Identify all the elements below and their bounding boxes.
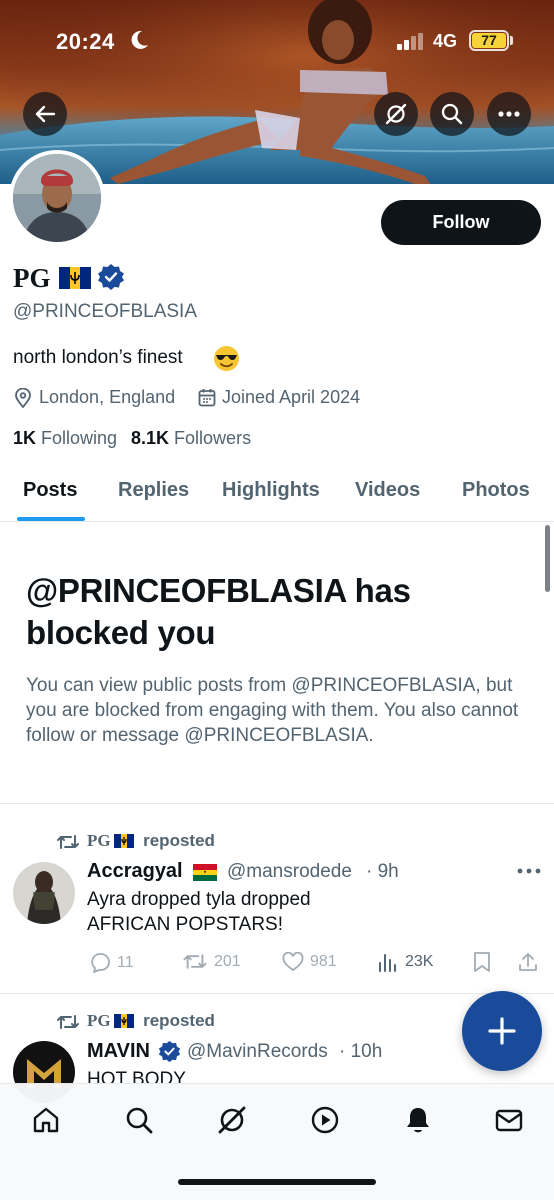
more-icon	[498, 111, 520, 117]
profile-handle: @PRINCEOFBLASIA	[13, 301, 197, 322]
post-text: Ayra dropped tyla dropped AFRICAN POPSTA…	[87, 889, 311, 935]
barbados-flag-icon	[114, 1014, 134, 1028]
verified-badge-icon	[158, 1040, 181, 1063]
following-label: Following	[41, 428, 118, 448]
section-divider	[0, 803, 554, 804]
bookmark-icon[interactable]	[472, 951, 492, 973]
tabs-divider	[0, 521, 554, 522]
arrow-left-icon	[35, 105, 56, 123]
display-name: PG	[13, 263, 51, 293]
scrollbar[interactable]	[545, 525, 550, 592]
barbados-flag-icon	[59, 267, 91, 289]
messages-envelope-icon	[495, 1109, 523, 1132]
plus-icon	[488, 1017, 516, 1045]
followers-stat[interactable]: 8.1K Followers	[131, 428, 251, 449]
following-count: 1K	[13, 428, 37, 448]
video-play-icon	[311, 1106, 339, 1134]
nav-notifications[interactable]	[401, 1103, 435, 1137]
followers-label: Followers	[174, 428, 252, 448]
repost-context[interactable]: PG reposted	[87, 831, 215, 851]
following-stat[interactable]: 1K Following	[13, 428, 117, 449]
views-count: 23K	[405, 953, 434, 970]
repost-icon	[57, 1015, 79, 1029]
search-icon	[126, 1107, 153, 1134]
like-count: 981	[310, 953, 337, 970]
more-button[interactable]	[487, 92, 531, 136]
repost-icon	[57, 835, 79, 849]
notifications-bell-icon	[407, 1108, 429, 1133]
nav-grok[interactable]	[215, 1103, 249, 1137]
like-button[interactable]: 981	[282, 952, 337, 972]
repost-icon	[183, 954, 207, 969]
banner-photo	[0, 0, 554, 184]
nav-home[interactable]	[29, 1103, 63, 1137]
search-icon	[441, 103, 463, 125]
avatar-photo	[13, 154, 101, 242]
blocked-message: You can view public posts from @PRINCEOF…	[26, 675, 519, 746]
grok-button[interactable]	[374, 92, 418, 136]
status-time: 20:24	[56, 29, 115, 54]
repost-count: 201	[214, 952, 241, 970]
nav-search[interactable]	[122, 1103, 156, 1137]
location-pin-icon	[15, 388, 31, 408]
verified-badge-icon[interactable]	[97, 263, 125, 291]
profile-bio: north london’s finest	[13, 347, 183, 368]
repost-user: PG	[87, 831, 111, 850]
grok-icon	[218, 1106, 246, 1134]
post-divider	[0, 993, 554, 994]
nav-messages[interactable]	[492, 1103, 526, 1137]
views-chart-icon	[379, 954, 396, 972]
share-icon[interactable]	[517, 951, 539, 973]
profile-location: London, England	[39, 387, 176, 407]
focus-moon-icon	[131, 30, 148, 49]
tab-posts[interactable]: Posts	[23, 479, 77, 502]
grok-icon	[385, 103, 407, 125]
profile-joined-date: Joined April 2024	[222, 387, 361, 407]
tab-highlights[interactable]: Highlights	[222, 479, 320, 502]
reply-count: 11	[117, 953, 134, 971]
home-icon	[33, 1107, 59, 1133]
post-author-avatar[interactable]	[13, 862, 75, 924]
heart-icon	[282, 952, 304, 972]
battery-indicator: 77	[469, 30, 509, 51]
tab-photos[interactable]: Photos	[462, 479, 530, 502]
ghana-flag-icon	[193, 864, 217, 881]
network-type: 4G	[433, 31, 458, 51]
tab-replies[interactable]: Replies	[118, 479, 189, 502]
follow-button[interactable]: Follow	[381, 200, 541, 245]
barbados-flag-icon	[114, 834, 134, 848]
post-author-name[interactable]: MAVIN	[87, 1040, 150, 1063]
nav-video[interactable]	[308, 1103, 342, 1137]
post-author-handle[interactable]: @mansrodede	[227, 861, 352, 883]
post-timestamp[interactable]: · 10h	[339, 1041, 382, 1063]
followers-count: 8.1K	[131, 428, 170, 448]
compose-post-button[interactable]	[462, 991, 542, 1071]
views-button[interactable]: 23K	[377, 952, 433, 972]
reply-button[interactable]: 11	[89, 952, 134, 973]
repost-label: reposted	[143, 1011, 215, 1030]
reply-icon	[91, 953, 110, 973]
home-indicator[interactable]	[178, 1179, 376, 1185]
profile-banner[interactable]	[0, 0, 554, 184]
post-text: HOT BODY	[87, 1069, 186, 1084]
calendar-icon	[198, 389, 216, 407]
signal-icon	[397, 33, 423, 50]
more-icon[interactable]	[516, 866, 542, 876]
battery-tip	[510, 36, 513, 45]
repost-button[interactable]: 201	[182, 952, 241, 971]
repost-user: PG	[87, 1011, 111, 1030]
search-button[interactable]	[430, 92, 474, 136]
battery-level: 77	[472, 33, 506, 48]
sunglasses-emoji-icon	[214, 346, 239, 371]
repost-label: reposted	[143, 831, 215, 850]
post-timestamp[interactable]: · 9h	[366, 861, 399, 883]
blocked-title: @PRINCEOFBLASIA has blocked you	[26, 572, 411, 651]
back-button[interactable]	[23, 92, 67, 136]
profile-avatar[interactable]	[9, 150, 105, 246]
tab-videos[interactable]: Videos	[355, 479, 420, 502]
author-photo	[13, 862, 75, 924]
post-author-handle[interactable]: @MavinRecords	[187, 1041, 328, 1063]
repost-context[interactable]: PG reposted	[87, 1011, 215, 1031]
post-author-name[interactable]: Accragyal	[87, 860, 183, 883]
